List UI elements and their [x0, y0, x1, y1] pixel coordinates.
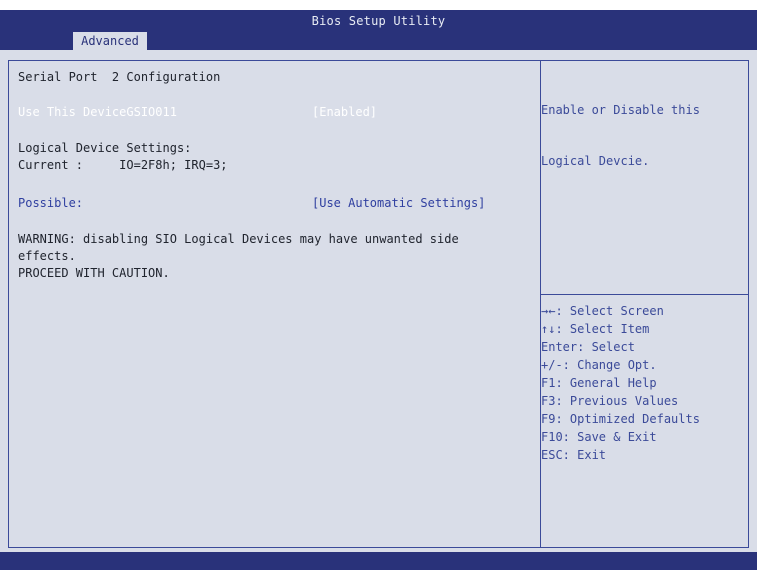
key-legend: →←: Select Screen ↑↓: Select Item Enter:…	[541, 302, 746, 464]
current-settings: Current : IO=2F8h; IRQ=3;	[18, 158, 228, 172]
key-previous-values: F3: Previous Values	[541, 394, 679, 408]
warning-line-2: effects.	[18, 249, 76, 263]
possible-value[interactable]: [Use Automatic Settings]	[312, 195, 485, 212]
key-change-opt: +/-: Change Opt.	[541, 358, 657, 372]
section-title: Serial Port 2 Configuration	[18, 70, 221, 84]
help-line-2: Logical Devcie.	[541, 154, 650, 168]
possible-label[interactable]: Possible:	[18, 195, 83, 212]
tab-advanced[interactable]: Advanced	[73, 32, 147, 50]
warning-line-3: PROCEED WITH CAUTION.	[18, 266, 170, 280]
use-device-value[interactable]: [Enabled]	[312, 104, 377, 121]
key-general-help: F1: General Help	[541, 376, 657, 390]
key-exit: ESC: Exit	[541, 448, 607, 462]
key-enter-select: Enter: Select	[541, 340, 635, 354]
use-device-label[interactable]: Use This DeviceGSIO011	[18, 104, 177, 121]
header-bar: Bios Setup Utility Advanced	[0, 10, 757, 50]
key-select-item: ↑↓: Select Item	[541, 322, 650, 336]
footer-bar	[0, 552, 757, 570]
logical-settings-label: Logical Device Settings:	[18, 141, 192, 155]
warning-line-1: WARNING: disabling SIO Logical Devices m…	[18, 232, 459, 246]
app-title: Bios Setup Utility	[311, 14, 446, 28]
help-text: Enable or Disable this Logical Devcie.	[541, 68, 741, 187]
key-select-screen: →←: Select Screen	[541, 304, 664, 318]
help-divider	[541, 294, 748, 295]
key-optimized-defaults: F9: Optimized Defaults	[541, 412, 700, 426]
key-save-exit: F10: Save & Exit	[541, 430, 657, 444]
help-line-1: Enable or Disable this	[541, 103, 700, 117]
